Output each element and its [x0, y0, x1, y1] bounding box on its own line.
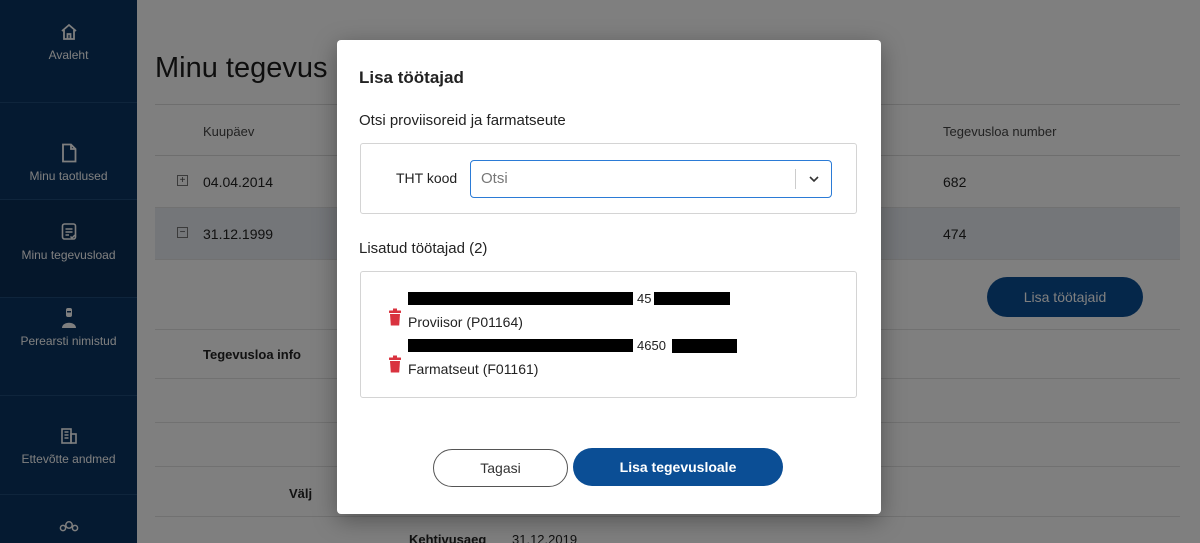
worker-code: 4650 [637, 338, 666, 353]
worker-role: Farmatseut (F01161) [408, 361, 539, 377]
redacted-code [672, 339, 737, 353]
chevron-down-icon[interactable] [807, 172, 821, 186]
add-to-license-button[interactable]: Lisa tegevusloale [573, 448, 783, 486]
worker-role: Proviisor (P01164) [408, 314, 523, 330]
search-panel: THT kood [360, 143, 857, 214]
redacted-code [654, 292, 730, 305]
select-divider [795, 169, 796, 189]
back-button[interactable]: Tagasi [433, 449, 568, 487]
list-item: 45 Proviisor (P01164) [388, 291, 788, 332]
redacted-name [408, 339, 633, 352]
trash-icon[interactable] [388, 355, 402, 373]
modal-title: Lisa töötajad [359, 68, 464, 87]
added-workers-list: 45 Proviisor (P01164) 4650 Farmatseut (F… [360, 271, 857, 398]
search-input[interactable] [481, 161, 781, 196]
search-label: THT kood [396, 170, 458, 186]
trash-icon[interactable] [388, 308, 402, 326]
search-select[interactable] [470, 160, 832, 198]
list-item: 4650 Farmatseut (F01161) [388, 338, 788, 379]
worker-code: 45 [637, 291, 652, 306]
redacted-name [408, 292, 633, 305]
add-workers-modal: Lisa töötajad Otsi proviisoreid ja farma… [337, 40, 881, 514]
added-workers-title: Lisatud töötajad (2) [359, 240, 488, 257]
search-subtitle: Otsi proviisoreid ja farmatseute [359, 112, 566, 129]
